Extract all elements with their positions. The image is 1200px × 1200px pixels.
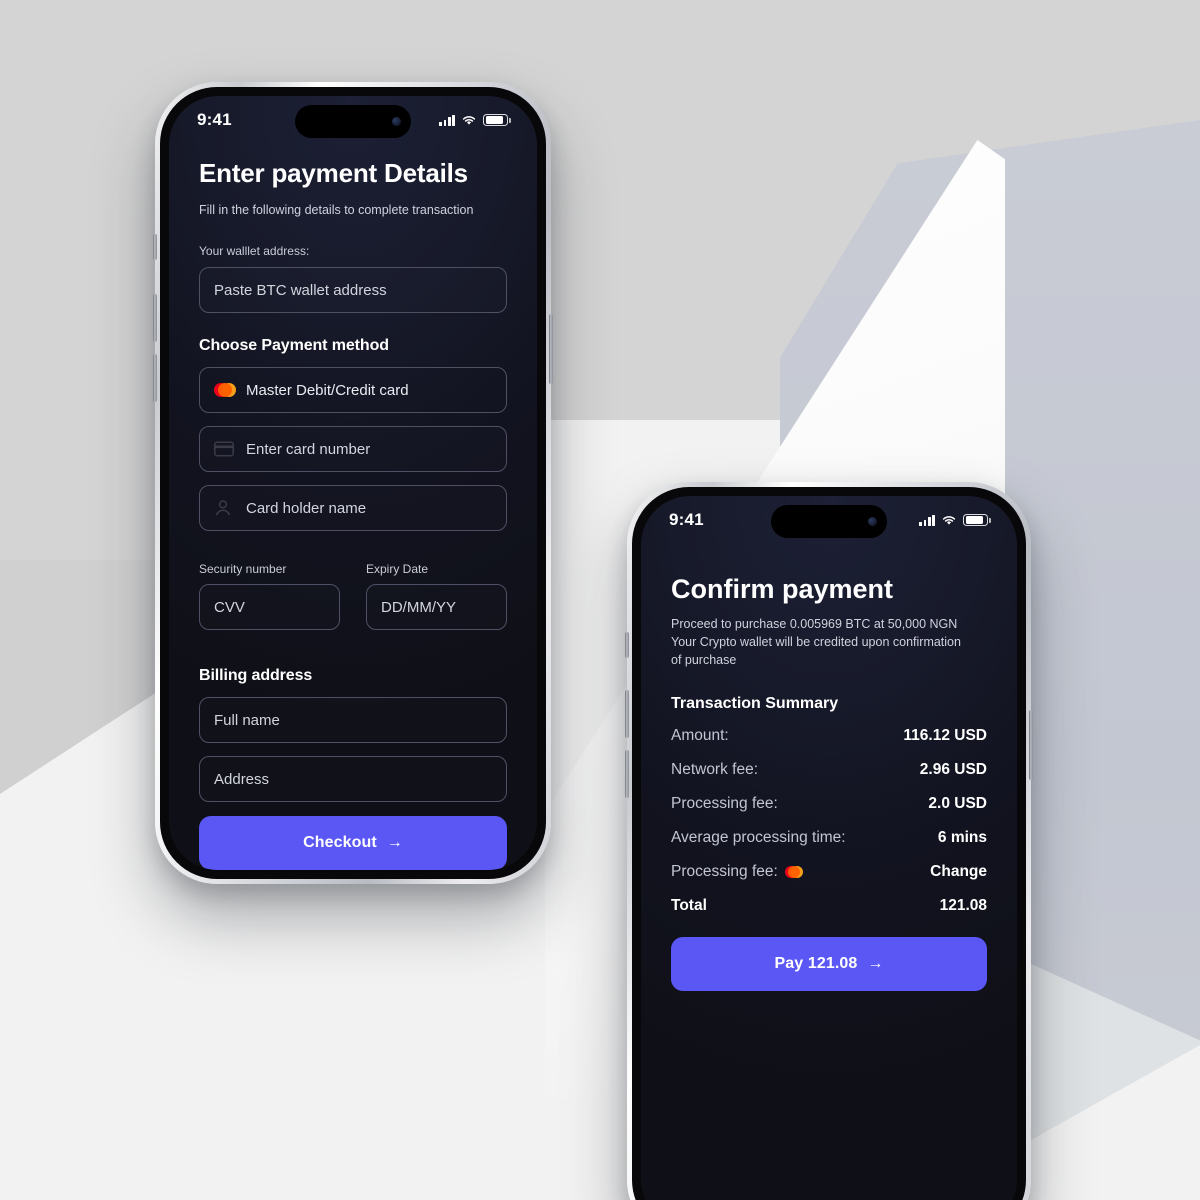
transaction-summary-list: Amount: 116.12 USD Network fee: 2.96 USD… [671,727,987,915]
battery-cap-icon [509,117,511,123]
billing-address-heading: Billing address [199,667,313,685]
status-bar: 9:41 [169,96,537,144]
summary-value: 2.0 USD [928,795,987,813]
wifi-icon [463,116,476,125]
confirm-subtitle-line-1: Proceed to purchase 0.005969 BTC at 50,0… [671,617,958,631]
wifi-icon-2 [943,516,956,525]
expiry-date-placeholder: DD/MM/YY [381,598,456,616]
front-camera-icon-2 [868,517,877,526]
transaction-summary-heading: Transaction Summary [671,695,839,713]
summary-row-processing-fee: Processing fee: 2.0 USD [671,795,987,813]
checkout-button[interactable]: Checkout → [199,816,507,870]
volume-down-button-2[interactable] [625,750,629,798]
front-camera-icon [392,117,401,126]
billing-address-placeholder: Address [214,770,270,788]
power-button[interactable] [549,314,553,384]
confirm-subtitle-line-3: of purchase [671,653,737,668]
cellular-signal-icon [439,114,456,126]
battery-icon [483,114,509,126]
status-clock: 9:41 [197,110,232,129]
summary-key-with-icon: Processing fee: [671,863,803,881]
page-title-2: Confirm payment [671,574,894,604]
status-indicators [439,114,511,126]
phone-bezel: 9:41 Enter payment Details Fill in the f… [160,87,546,879]
status-indicators-2 [919,514,991,526]
payment-method-heading: Choose Payment method [199,337,389,355]
confirm-subtitle-line-2: Your Crypto wallet will be credited upon… [671,635,961,650]
card-holder-input[interactable]: Card holder name [199,485,507,532]
credit-card-icon [214,441,234,457]
billing-address-input[interactable]: Address [199,756,507,803]
summary-value: 2.96 USD [919,761,987,779]
status-clock-2: 9:41 [669,510,704,529]
cellular-signal-icon-2 [919,514,936,526]
arrow-right-icon-2: → [867,955,884,973]
expiry-date-label: Expiry Date [366,562,429,577]
summary-row-processing-time: Average processing time: 6 mins [671,829,987,847]
phone-bezel-2: 9:41 Confirm payment Proceed to purchase… [632,487,1026,1200]
dynamic-island-2 [771,505,887,538]
security-number-placeholder: CVV [214,598,245,616]
security-number-label: Security number [199,562,287,577]
screen-confirm-payment: 9:41 Confirm payment Proceed to purchase… [641,496,1017,1200]
confirm-payment-content: Confirm payment Proceed to purchase 0.00… [641,544,1017,992]
security-expiry-row: Security number CVV Expiry Date DD/MM/YY [199,544,507,643]
mastercard-icon [214,383,236,398]
billing-full-name-input[interactable]: Full name [199,697,507,744]
confirm-subtitle: Proceed to purchase 0.005969 BTC at 50,0… [671,615,987,669]
payment-method-label: Master Debit/Credit card [246,381,409,399]
phone-mockup-confirm-payment: 9:41 Confirm payment Proceed to purchase… [625,482,1033,1200]
change-payment-method-link[interactable]: Change [930,863,987,881]
summary-value: 6 mins [937,829,987,847]
page-subtitle: Fill in the following details to complet… [199,203,474,217]
pay-button[interactable]: Pay 121.08 → [671,937,987,992]
dynamic-island [295,105,411,138]
summary-key: Processing fee: [671,795,778,813]
summary-key: Network fee: [671,761,759,779]
status-bar-2: 9:41 [641,496,1017,544]
summary-key: Amount: [671,727,729,745]
payment-details-content: Enter payment Details Fill in the follow… [169,144,537,870]
expiry-date-input[interactable]: DD/MM/YY [366,584,507,631]
volume-up-button-2[interactable] [625,690,629,738]
checkout-button-label: Checkout [303,834,377,852]
mockup-scene: 9:41 Enter payment Details Fill in the f… [0,0,1200,1200]
wallet-address-input[interactable]: Paste BTC wallet address [199,267,507,314]
power-button-2[interactable] [1029,710,1033,780]
volume-up-button[interactable] [153,294,157,342]
page-title: Enter payment Details [199,158,468,188]
mastercard-icon [784,866,803,879]
wallet-address-label: Your walllet address: [199,244,310,259]
summary-value: 121.08 [939,897,987,915]
mute-switch[interactable] [153,234,157,260]
summary-key: Average processing time: [671,829,846,847]
summary-key: Processing fee: [671,863,778,881]
arrow-right-icon: → [386,834,403,852]
card-number-input[interactable]: Enter card number [199,426,507,473]
wallet-address-placeholder: Paste BTC wallet address [214,281,387,299]
phone-mockup-payment-details: 9:41 Enter payment Details Fill in the f… [153,82,553,884]
security-number-input[interactable]: CVV [199,584,340,631]
security-number-group: Security number CVV [199,544,340,643]
screen-payment-details: 9:41 Enter payment Details Fill in the f… [169,96,537,870]
mute-switch-2[interactable] [625,632,629,658]
volume-down-button[interactable] [153,354,157,402]
billing-full-name-placeholder: Full name [214,711,280,729]
summary-value: 116.12 USD [903,727,987,745]
summary-row-amount: Amount: 116.12 USD [671,727,987,745]
summary-key: Total [671,897,707,915]
summary-row-payment-method: Processing fee: Change [671,863,987,881]
expiry-date-group: Expiry Date DD/MM/YY [366,544,507,643]
card-holder-placeholder: Card holder name [246,499,367,517]
pay-button-label: Pay 121.08 [774,955,858,973]
summary-row-total: Total 121.08 [671,897,987,915]
battery-icon-2 [963,514,989,526]
summary-row-network-fee: Network fee: 2.96 USD [671,761,987,779]
person-icon [214,499,232,517]
payment-method-selected[interactable]: Master Debit/Credit card [199,367,507,414]
card-number-placeholder: Enter card number [246,440,371,458]
battery-cap-icon-2 [989,517,991,523]
